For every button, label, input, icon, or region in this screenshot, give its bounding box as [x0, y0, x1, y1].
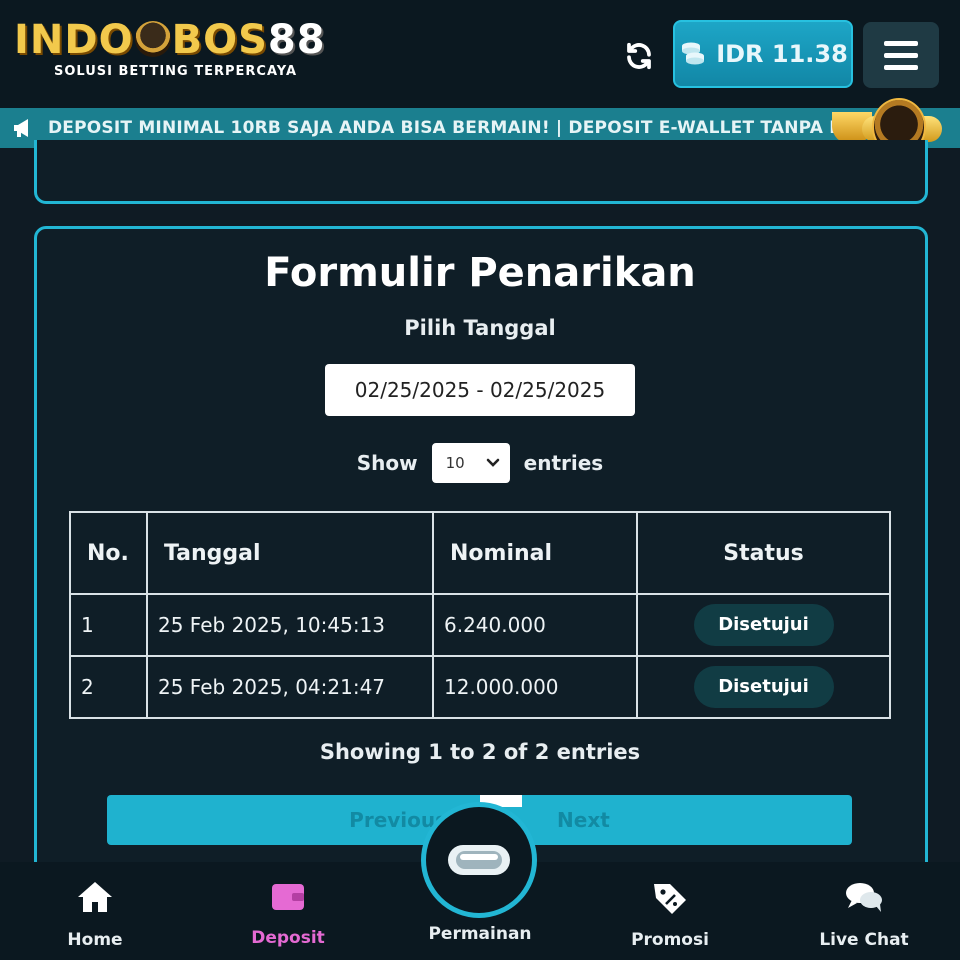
cell-status: Disetujui [636, 655, 891, 719]
column-header-status[interactable]: Status [636, 511, 891, 595]
marquee-text: DEPOSIT MINIMAL 10RB SAJA ANDA BISA BERM… [48, 118, 886, 138]
nav-live-chat[interactable]: Live Chat [784, 880, 944, 950]
home-icon [78, 882, 112, 912]
brand-logo[interactable]: INDO BOS88 SOLUSI BETTING TERPERCAYA [14, 18, 326, 84]
logo-tagline: SOLUSI BETTING TERPERCAYA [54, 64, 298, 79]
column-header-nominal[interactable]: Nominal [432, 511, 638, 595]
menu-icon-bar [884, 40, 918, 46]
cell-status: Disetujui [636, 593, 891, 657]
page-title: Formulir Penarikan [264, 250, 696, 296]
date-range-input[interactable] [325, 364, 635, 416]
cell-tanggal: 25 Feb 2025, 04:21:47 [146, 655, 434, 719]
nav-deposit-label: Deposit [251, 928, 325, 948]
show-label: Show [356, 451, 418, 475]
status-badge: Disetujui [693, 604, 834, 646]
app-root: INDO BOS88 SOLUSI BETTING TERPERCAYA IDR … [0, 0, 960, 960]
cell-no: 1 [69, 593, 148, 657]
cell-tanggal: 25 Feb 2025, 10:45:13 [146, 593, 434, 657]
cell-no: 2 [69, 655, 148, 719]
nav-games-label: Permainan [428, 924, 532, 944]
cell-nominal: 6.240.000 [432, 593, 638, 657]
table-header-row: No. Tanggal Nominal Status [69, 511, 891, 595]
chat-bubbles-icon [846, 883, 882, 912]
nav-home-label: Home [67, 930, 123, 950]
refresh-button[interactable] [618, 36, 660, 76]
cell-nominal: 12.000.000 [432, 655, 638, 719]
previous-panel-bottom [34, 140, 928, 204]
nav-live-chat-label: Live Chat [819, 930, 909, 950]
gamepad-icon [448, 845, 510, 875]
discount-tag-icon [654, 884, 686, 914]
menu-icon-bar [884, 52, 918, 58]
table-info-text: Showing 1 to 2 of 2 entries [319, 740, 641, 764]
entries-label: entries [523, 451, 604, 475]
column-header-tanggal[interactable]: Tanggal [146, 511, 434, 595]
balance-button[interactable]: IDR 11.38 [673, 20, 853, 88]
coins-icon [682, 42, 705, 65]
chevron-down-icon [486, 458, 499, 467]
entries-select[interactable]: 10 [431, 443, 510, 483]
hamburger-menu-button[interactable] [863, 22, 939, 88]
nav-home[interactable]: Home [15, 880, 175, 950]
table-row: 2 25 Feb 2025, 04:21:47 12.000.000 Diset… [69, 655, 891, 719]
balance-amount: IDR 11.38 [716, 40, 848, 68]
logo-wordmark: INDO BOS88 [14, 17, 326, 63]
nav-games-button[interactable] [421, 802, 537, 918]
mascot-icon [134, 21, 171, 57]
entries-select-value: 10 [445, 454, 465, 472]
wallet-icon [272, 884, 304, 910]
top-header: INDO BOS88 SOLUSI BETTING TERPERCAYA IDR … [0, 0, 960, 108]
date-label: Pilih Tanggal [404, 316, 556, 340]
nav-promo-label: Promosi [631, 930, 709, 950]
nav-deposit[interactable]: Deposit [208, 880, 368, 948]
column-header-no[interactable]: No. [69, 511, 148, 595]
entries-length-control: Show 10 entries [0, 443, 960, 483]
refresh-icon [627, 42, 651, 70]
table-row: 1 25 Feb 2025, 10:45:13 6.240.000 Disetu… [69, 593, 891, 657]
nav-promo[interactable]: Promosi [590, 880, 750, 950]
withdrawal-table: No. Tanggal Nominal Status 1 25 Feb 2025… [69, 511, 891, 719]
status-badge: Disetujui [693, 666, 834, 708]
menu-icon-bar [884, 64, 918, 70]
next-page-button[interactable]: Next [557, 808, 610, 832]
